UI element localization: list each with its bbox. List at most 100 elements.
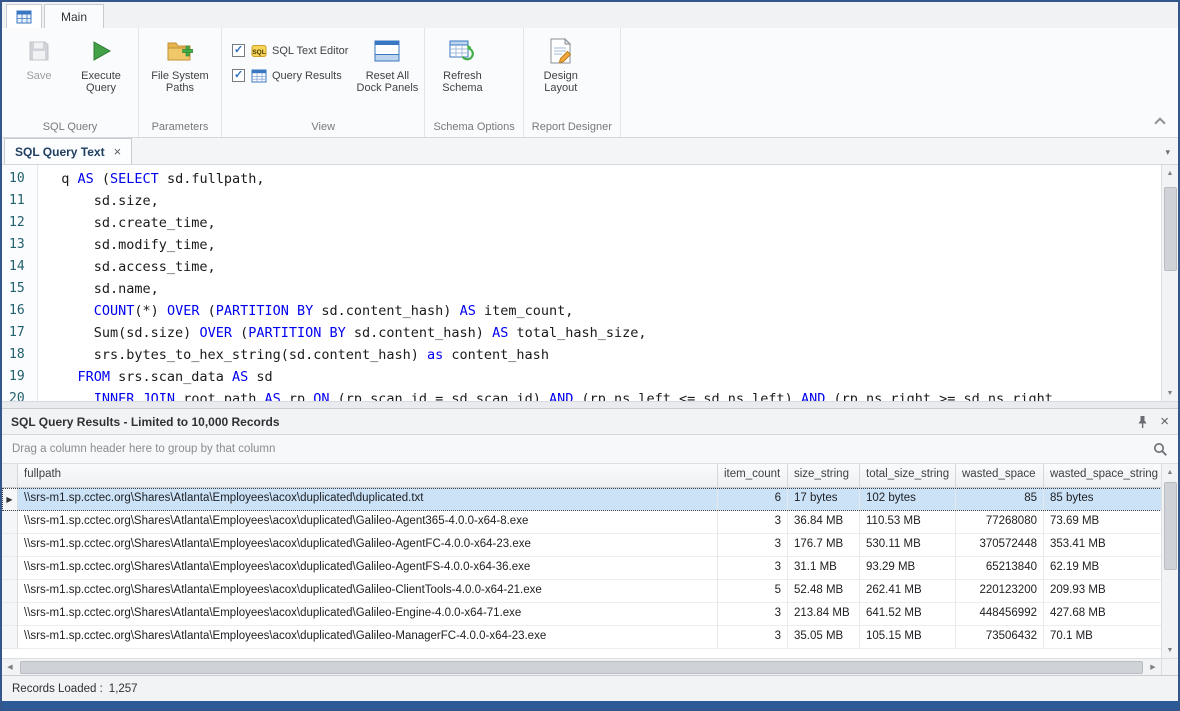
table-row[interactable]: \\srs-m1.sp.cctec.org\Shares\Atlanta\Emp… xyxy=(2,626,1161,649)
grid-hscroll-thumb[interactable] xyxy=(20,661,1143,674)
editor-scroll-thumb[interactable] xyxy=(1164,187,1177,271)
cell-total_size_string[interactable]: 105.15 MB xyxy=(860,626,956,649)
editor-vertical-scrollbar[interactable] xyxy=(1161,165,1178,401)
cell-size_string[interactable]: 36.84 MB xyxy=(788,511,860,534)
code-line[interactable]: Sum(sd.size) OVER (PARTITION BY sd.conte… xyxy=(45,322,1161,344)
reset-dock-panels-button[interactable]: Reset All Dock Panels xyxy=(356,32,418,94)
code-line[interactable]: q AS (SELECT sd.fullpath, xyxy=(45,168,1161,190)
design-layout-button[interactable]: Design Layout xyxy=(530,32,592,94)
cell-size_string[interactable]: 35.05 MB xyxy=(788,626,860,649)
file-system-paths-button[interactable]: File System Paths xyxy=(145,32,215,94)
table-row[interactable]: \\srs-m1.sp.cctec.org\Shares\Atlanta\Emp… xyxy=(2,580,1161,603)
cell-wasted_space_string[interactable]: 73.69 MB xyxy=(1044,511,1161,534)
column-header-fullpath[interactable]: fullpath xyxy=(18,464,718,488)
grid-scroll-thumb[interactable] xyxy=(1164,482,1177,570)
cell-wasted_space_string[interactable]: 62.19 MB xyxy=(1044,557,1161,580)
sql-editor[interactable]: 1011121314151617181920 q AS (SELECT sd.f… xyxy=(2,165,1178,401)
cell-size_string[interactable]: 213.84 MB xyxy=(788,603,860,626)
cell-wasted_space[interactable]: 220123200 xyxy=(956,580,1044,603)
cell-total_size_string[interactable]: 262.41 MB xyxy=(860,580,956,603)
column-header-wasted_space_string[interactable]: wasted_space_string xyxy=(1044,464,1161,488)
group-by-bar[interactable]: Drag a column header here to group by th… xyxy=(2,435,1178,464)
chevron-down-icon[interactable] xyxy=(1165,147,1170,158)
cell-item_count[interactable]: 3 xyxy=(718,557,788,580)
collapse-ribbon-chevron-icon[interactable] xyxy=(1154,117,1165,128)
cell-item_count[interactable]: 3 xyxy=(718,511,788,534)
cell-size_string[interactable]: 17 bytes xyxy=(788,488,860,511)
cell-wasted_space[interactable]: 448456992 xyxy=(956,603,1044,626)
code-line[interactable]: srs.bytes_to_hex_string(sd.content_hash)… xyxy=(45,344,1161,366)
cell-item_count[interactable]: 3 xyxy=(718,534,788,557)
cell-wasted_space[interactable]: 77268080 xyxy=(956,511,1044,534)
cell-wasted_space[interactable]: 85 xyxy=(956,488,1044,511)
cell-total_size_string[interactable]: 641.52 MB xyxy=(860,603,956,626)
floppy-disk-icon xyxy=(27,35,51,67)
cell-wasted_space[interactable]: 65213840 xyxy=(956,557,1044,580)
tab-sql-query-text[interactable]: SQL Query Text xyxy=(4,138,132,164)
code-line[interactable]: COUNT(*) OVER (PARTITION BY sd.content_h… xyxy=(45,300,1161,322)
cell-wasted_space_string[interactable]: 70.1 MB xyxy=(1044,626,1161,649)
cell-fullpath[interactable]: \\srs-m1.sp.cctec.org\Shares\Atlanta\Emp… xyxy=(18,534,718,557)
table-row[interactable]: \\srs-m1.sp.cctec.org\Shares\Atlanta\Emp… xyxy=(2,511,1161,534)
table-row[interactable]: \\srs-m1.sp.cctec.org\Shares\Atlanta\Emp… xyxy=(2,557,1161,580)
scroll-down-icon[interactable] xyxy=(1162,385,1178,401)
cell-wasted_space[interactable]: 370572448 xyxy=(956,534,1044,557)
grid-horizontal-scrollbar[interactable] xyxy=(2,659,1161,675)
cell-fullpath[interactable]: \\srs-m1.sp.cctec.org\Shares\Atlanta\Emp… xyxy=(18,603,718,626)
column-header-wasted_space[interactable]: wasted_space xyxy=(956,464,1044,488)
pin-icon[interactable] xyxy=(1137,415,1148,429)
table-row[interactable]: \\srs-m1.sp.cctec.org\Shares\Atlanta\Emp… xyxy=(2,534,1161,557)
cell-fullpath[interactable]: \\srs-m1.sp.cctec.org\Shares\Atlanta\Emp… xyxy=(18,511,718,534)
search-icon[interactable] xyxy=(1153,442,1168,457)
cell-fullpath[interactable]: \\srs-m1.sp.cctec.org\Shares\Atlanta\Emp… xyxy=(18,580,718,603)
cell-size_string[interactable]: 176.7 MB xyxy=(788,534,860,557)
query-results-checkbox[interactable]: Query Results xyxy=(232,67,348,84)
cell-wasted_space_string[interactable]: 209.93 MB xyxy=(1044,580,1161,603)
cell-total_size_string[interactable]: 110.53 MB xyxy=(860,511,956,534)
cell-total_size_string[interactable]: 102 bytes xyxy=(860,488,956,511)
sql-text-editor-checkbox[interactable]: SQL SQL Text Editor xyxy=(232,42,348,59)
cell-item_count[interactable]: 5 xyxy=(718,580,788,603)
save-button[interactable]: Save xyxy=(8,32,70,82)
cell-size_string[interactable]: 31.1 MB xyxy=(788,557,860,580)
cell-fullpath[interactable]: \\srs-m1.sp.cctec.org\Shares\Atlanta\Emp… xyxy=(18,488,718,511)
panel-splitter[interactable] xyxy=(2,401,1178,409)
cell-fullpath[interactable]: \\srs-m1.sp.cctec.org\Shares\Atlanta\Emp… xyxy=(18,626,718,649)
grid-vertical-scrollbar[interactable] xyxy=(1161,464,1178,658)
app-tab[interactable] xyxy=(6,4,42,28)
column-header-total_size_string[interactable]: total_size_string xyxy=(860,464,956,488)
scroll-up-icon[interactable] xyxy=(1162,165,1178,181)
table-row[interactable]: \\srs-m1.sp.cctec.org\Shares\Atlanta\Emp… xyxy=(2,488,1161,511)
cell-wasted_space[interactable]: 73506432 xyxy=(956,626,1044,649)
cell-item_count[interactable]: 3 xyxy=(718,626,788,649)
cell-item_count[interactable]: 6 xyxy=(718,488,788,511)
cell-item_count[interactable]: 3 xyxy=(718,603,788,626)
scroll-down-icon[interactable] xyxy=(1162,642,1178,658)
scroll-left-icon[interactable] xyxy=(2,663,18,671)
column-header-size_string[interactable]: size_string xyxy=(788,464,860,488)
editor-code[interactable]: q AS (SELECT sd.fullpath, sd.size, sd.cr… xyxy=(38,165,1161,401)
column-header-item_count[interactable]: item_count xyxy=(718,464,788,488)
code-line[interactable]: sd.modify_time, xyxy=(45,234,1161,256)
code-line[interactable]: FROM srs.scan_data AS sd xyxy=(45,366,1161,388)
code-line[interactable]: sd.access_time, xyxy=(45,256,1161,278)
scroll-right-icon[interactable] xyxy=(1145,663,1161,671)
execute-query-button[interactable]: Execute Query xyxy=(70,32,132,94)
code-line[interactable]: INNER JOIN root_path AS rp ON (rp.scan_i… xyxy=(45,388,1161,401)
code-line[interactable]: sd.size, xyxy=(45,190,1161,212)
cell-fullpath[interactable]: \\srs-m1.sp.cctec.org\Shares\Atlanta\Emp… xyxy=(18,557,718,580)
code-line[interactable]: sd.create_time, xyxy=(45,212,1161,234)
cell-total_size_string[interactable]: 93.29 MB xyxy=(860,557,956,580)
close-icon[interactable] xyxy=(1160,414,1169,429)
table-row[interactable]: \\srs-m1.sp.cctec.org\Shares\Atlanta\Emp… xyxy=(2,603,1161,626)
refresh-schema-button[interactable]: Refresh Schema xyxy=(431,32,493,94)
cell-wasted_space_string[interactable]: 353.41 MB xyxy=(1044,534,1161,557)
cell-wasted_space_string[interactable]: 85 bytes xyxy=(1044,488,1161,511)
scroll-up-icon[interactable] xyxy=(1162,464,1178,480)
code-line[interactable]: sd.name, xyxy=(45,278,1161,300)
cell-size_string[interactable]: 52.48 MB xyxy=(788,580,860,603)
close-icon[interactable] xyxy=(114,145,122,158)
cell-wasted_space_string[interactable]: 427.68 MB xyxy=(1044,603,1161,626)
cell-total_size_string[interactable]: 530.11 MB xyxy=(860,534,956,557)
tab-main[interactable]: Main xyxy=(44,4,104,28)
